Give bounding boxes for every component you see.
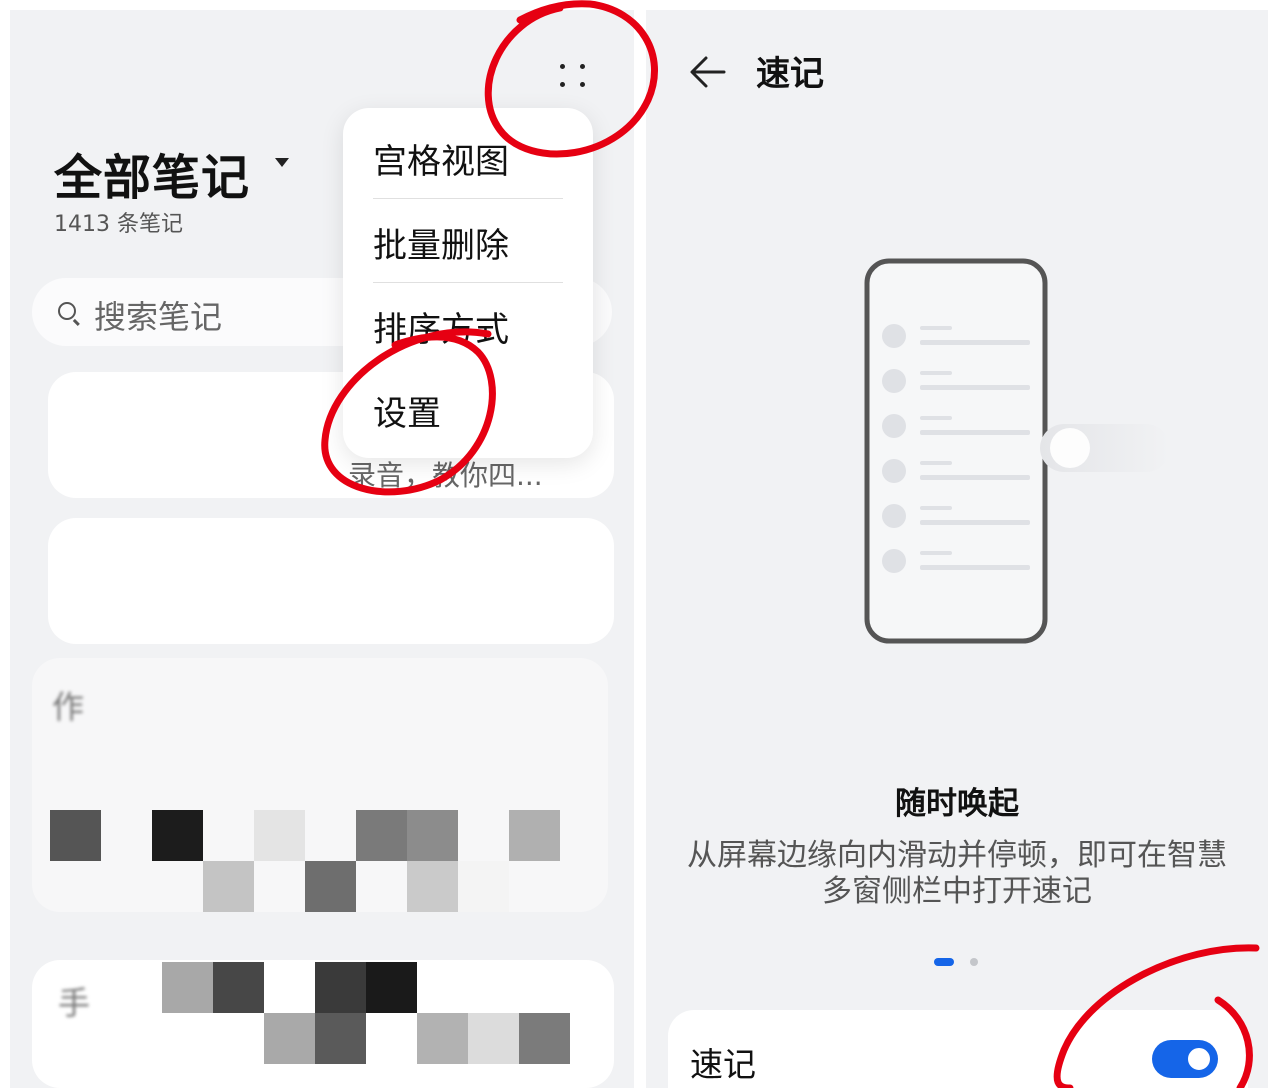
menu-item-batch-delete[interactable]: 批量删除 — [373, 192, 563, 276]
feature-description: 从屏幕边缘向内滑动并停顿，即可在智慧多窗侧栏中打开速记 — [687, 838, 1227, 909]
menu-item-sort[interactable]: 排序方式 — [373, 276, 563, 360]
quick-note-toggle[interactable] — [1152, 1040, 1218, 1078]
toggle-label: 速记 — [690, 1045, 756, 1084]
feature-heading: 随时唤起 — [895, 786, 1019, 822]
note-card[interactable]: 作 — [32, 658, 608, 912]
swipe-gesture-icon — [1040, 424, 1170, 472]
more-icon — [560, 64, 565, 69]
phone-illustration — [864, 258, 1048, 644]
search-icon — [58, 302, 76, 320]
toggle-knob — [1184, 1044, 1214, 1074]
more-icon-dot — [580, 82, 585, 87]
pager-dot-active — [934, 958, 954, 966]
note-snippet: 录音，教你四... — [348, 459, 543, 492]
menu-item-grid-view[interactable]: 宫格视图 — [373, 108, 563, 192]
quick-note-setting-row: 速记 — [668, 1010, 1248, 1088]
more-options-button[interactable] — [558, 58, 588, 92]
notes-list-panel: 全部笔记 1413 条笔记 搜索笔记 录音，教你四... 作 手 宫格视图 批量… — [10, 10, 634, 1088]
pixelated-content — [60, 962, 570, 1064]
note-snippet-blurred: 作 — [52, 688, 85, 726]
note-count: 1413 条笔记 — [54, 212, 183, 237]
more-icon-dot — [580, 64, 585, 69]
pager-dot — [970, 958, 978, 966]
dropdown-caret-icon[interactable] — [275, 158, 289, 167]
menu-item-settings[interactable]: 设置 — [373, 360, 563, 444]
note-card[interactable] — [48, 518, 614, 644]
search-placeholder: 搜索笔记 — [94, 298, 223, 336]
quick-note-settings-panel: 速记 随时唤起 从屏幕边缘向内滑动并停顿，即可在智慧多窗侧栏中打开速记 速记 — [646, 10, 1268, 1088]
note-card[interactable]: 手 — [32, 960, 614, 1088]
back-arrow-icon[interactable] — [688, 54, 728, 90]
page-title[interactable]: 全部笔记 — [54, 138, 250, 208]
more-options-menu: 宫格视图 批量删除 排序方式 设置 — [343, 108, 593, 458]
page-title: 速记 — [756, 54, 824, 94]
pixelated-content — [50, 810, 560, 912]
more-icon-dot — [560, 82, 565, 87]
